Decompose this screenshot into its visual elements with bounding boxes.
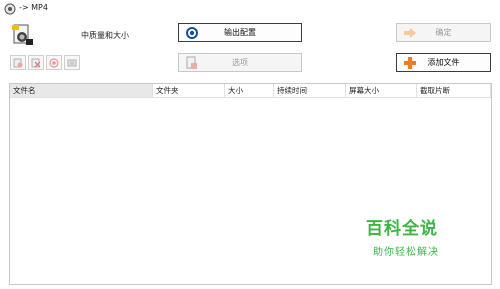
ok-button[interactable]: 确定: [396, 23, 491, 42]
watermark-title: 百科全说: [366, 219, 438, 239]
options-button[interactable]: 选项: [178, 53, 302, 72]
output-settings-button[interactable]: 输出配置: [178, 23, 302, 42]
add-file-button[interactable]: 添加文件: [396, 53, 491, 72]
title-bar: -> MP4: [0, 0, 500, 18]
arrow-right-icon: [404, 28, 416, 38]
remove-item-button[interactable]: [10, 55, 26, 70]
info-icon: [67, 59, 77, 66]
quality-preset-label[interactable]: 中质量和大小: [81, 30, 129, 41]
settings-gear-icon: [186, 27, 198, 39]
add-file-label: 添加文件: [427, 58, 460, 67]
column-header-folder[interactable]: 文件夹: [153, 84, 225, 97]
file-list-header: 文件名 文件夹 大小 持续时间 屏幕大小 截取片断: [10, 84, 491, 98]
column-header-screen-size[interactable]: 屏幕大小: [346, 84, 417, 97]
column-header-filename[interactable]: 文件名: [10, 84, 153, 97]
app-window: -> MP4 中质量和大小 输出配置 确定 选项 添加文件 文件名 文件夹 大小…: [0, 0, 500, 289]
play-icon: [49, 57, 59, 68]
column-header-size[interactable]: 大小: [225, 84, 274, 97]
app-icon: [4, 3, 16, 15]
options-label: 选项: [232, 58, 248, 67]
ok-label: 确定: [435, 28, 452, 37]
column-header-duration[interactable]: 持续时间: [274, 84, 346, 97]
remove-icon: [13, 58, 23, 67]
window-title: -> MP4: [19, 3, 48, 12]
column-header-clip[interactable]: 截取片断: [417, 84, 491, 97]
plus-icon: [404, 57, 416, 69]
clear-icon: [31, 58, 41, 67]
play-button[interactable]: [46, 55, 62, 70]
mp4-format-icon: [12, 24, 33, 45]
watermark-subtitle: 助你轻松解决: [373, 247, 439, 258]
options-icon: [186, 56, 197, 69]
clear-list-button[interactable]: [28, 55, 44, 70]
info-button[interactable]: [64, 55, 80, 70]
output-settings-label: 输出配置: [224, 28, 256, 37]
